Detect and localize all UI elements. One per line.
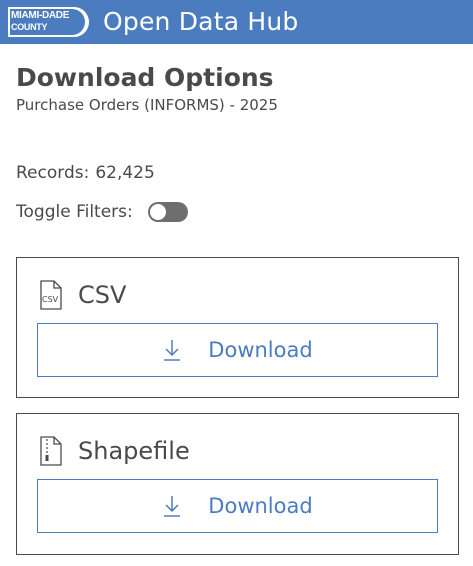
csv-download-button[interactable]: Download <box>37 323 438 377</box>
csv-download-label: Download <box>208 338 313 362</box>
csv-format-title: CSV <box>78 281 127 309</box>
shapefile-card-header: Shapefile <box>38 436 190 466</box>
shapefile-format-title: Shapefile <box>78 437 190 465</box>
records-value: 62,425 <box>95 163 155 183</box>
csv-icon-text: CSV <box>42 295 59 304</box>
page-title: Download Options <box>16 63 274 92</box>
download-icon <box>164 496 181 517</box>
toggle-knob <box>149 204 166 220</box>
shapefile-download-button[interactable]: Download <box>37 479 438 533</box>
records-label: Records: <box>16 163 90 183</box>
toggle-filters-switch[interactable] <box>147 202 188 222</box>
csv-file-icon: CSV <box>40 280 62 310</box>
records-count: Records: 62,425 <box>16 161 155 185</box>
toggle-filters-label: Toggle Filters: <box>16 202 133 222</box>
shapefile-download-card: Shapefile Download <box>16 413 459 555</box>
shapefile-download-label: Download <box>208 494 313 518</box>
toggle-filters-row: Toggle Filters: <box>16 200 188 224</box>
logo-text-top: MIAMI-DADE <box>11 10 70 21</box>
miami-dade-county-logo[interactable]: MIAMI-DADE COUNTY <box>8 7 90 37</box>
dataset-name: Purchase Orders (INFORMS) - 2025 <box>16 96 278 114</box>
csv-card-header: CSV CSV <box>38 280 126 310</box>
app-header: MIAMI-DADE COUNTY Open Data Hub <box>0 0 473 44</box>
csv-download-card: CSV CSV Download <box>16 257 459 398</box>
logo-text-bottom: COUNTY <box>11 22 48 32</box>
zip-file-icon <box>40 436 62 466</box>
download-icon <box>164 340 181 361</box>
app-title[interactable]: Open Data Hub <box>103 7 298 37</box>
